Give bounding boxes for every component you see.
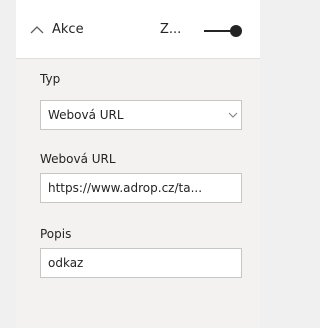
description-input[interactable]: odkaz — [40, 248, 242, 278]
url-label: Webová URL — [40, 152, 116, 166]
toggle-label: Z... — [160, 22, 182, 37]
description-label: Popis — [40, 227, 72, 241]
toggle-knob — [230, 25, 242, 37]
chevron-down-icon[interactable] — [228, 112, 238, 119]
chevron-up-icon[interactable] — [30, 25, 44, 34]
type-select[interactable]: Webová URL — [40, 100, 242, 130]
type-label: Typ — [40, 72, 61, 86]
url-input[interactable]: https://www.adrop.cz/ta... — [40, 173, 242, 203]
section-title[interactable]: Akce — [52, 22, 84, 37]
section-toggle[interactable] — [204, 25, 242, 37]
